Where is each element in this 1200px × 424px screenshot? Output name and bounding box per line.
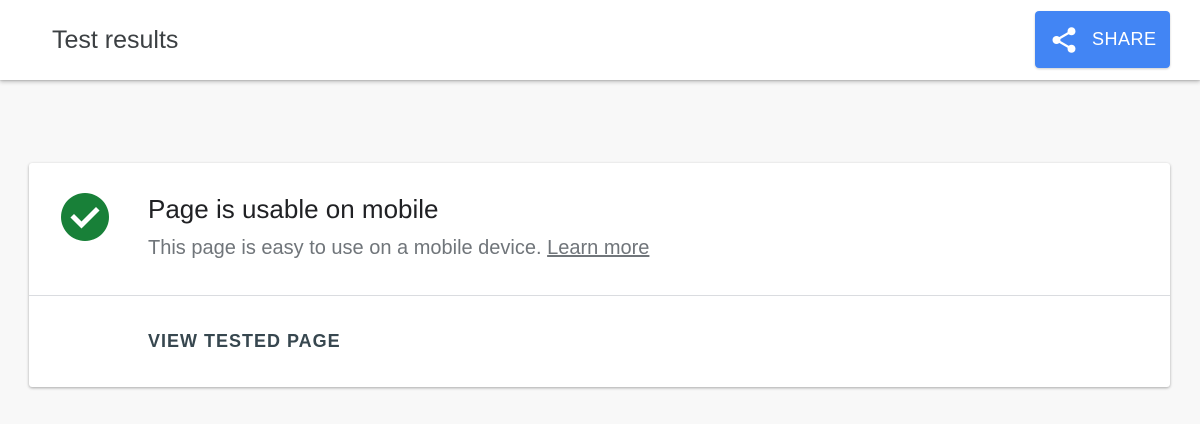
result-card: Page is usable on mobile This page is ea…	[29, 163, 1170, 387]
view-tested-page-button[interactable]: VIEW TESTED PAGE	[148, 329, 341, 353]
share-button-label: SHARE	[1092, 29, 1157, 49]
card-divider	[29, 295, 1170, 296]
check-circle-icon	[61, 193, 109, 241]
learn-more-link[interactable]: Learn more	[547, 237, 649, 259]
status-description: This page is easy to use on a mobile dev…	[148, 235, 649, 261]
page-title: Test results	[52, 26, 179, 54]
status-heading: Page is usable on mobile	[148, 194, 439, 224]
status-description-text: This page is easy to use on a mobile dev…	[148, 237, 542, 259]
share-button[interactable]: SHARE	[1035, 11, 1170, 68]
app-header: Test results SHARE	[0, 0, 1200, 80]
share-icon	[1052, 26, 1076, 53]
